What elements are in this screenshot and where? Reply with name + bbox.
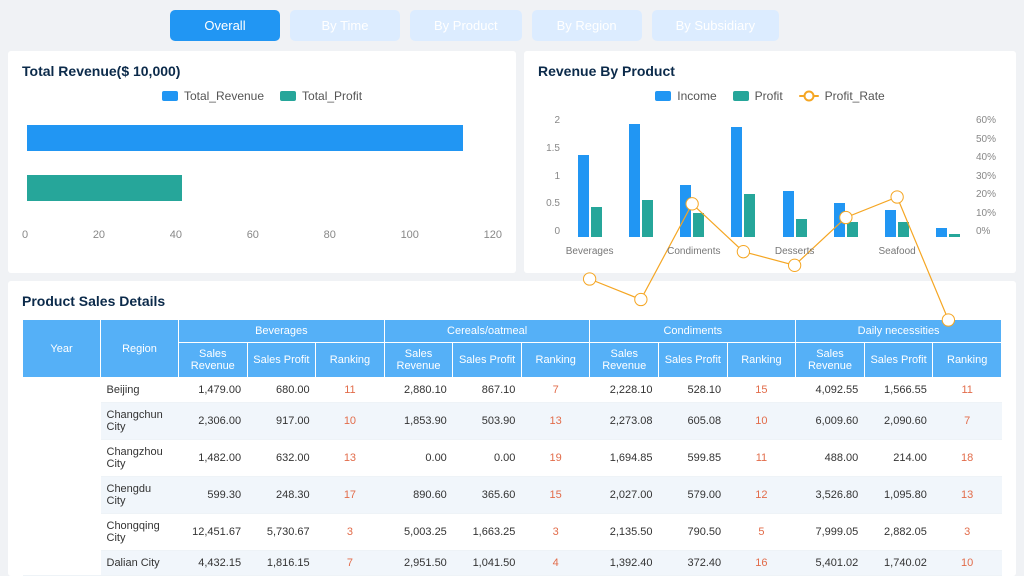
cell-value: 503.90 [453,403,522,440]
bar-total-profit[interactable] [27,175,182,201]
cell-rank: 10 [316,403,385,440]
total-revenue-chart: 020406080100120 [22,111,502,241]
tab-by-region[interactable]: By Region [532,10,642,41]
cell-value: 890.60 [384,477,453,514]
cell-value: 5,401.02 [796,551,865,576]
legend-income[interactable]: Income [655,89,716,103]
legend-total-profit[interactable]: Total_Profit [280,89,362,103]
cell-value: 0.00 [384,440,453,477]
bar-total-revenue[interactable] [27,125,463,151]
col-group[interactable]: Beverages [179,320,385,343]
revenue-by-product-legend: Income Profit Profit_Rate [538,89,1002,103]
cell-value: 5,730.67 [247,514,316,551]
col-group[interactable]: Cereals/oatmeal [384,320,590,343]
legend-total-revenue[interactable]: Total_Revenue [162,89,264,103]
tab-by-time[interactable]: By Time [290,10,400,41]
cell-region: Beijing [101,378,179,403]
cell-value: 4,432.15 [179,551,248,576]
cell-value: 5,003.25 [384,514,453,551]
legend-profit[interactable]: Profit [733,89,783,103]
cell-value: 632.00 [247,440,316,477]
cell-rank: 13 [316,440,385,477]
cell-value: 12,451.67 [179,514,248,551]
cell-rank: 16 [727,551,796,576]
cell-region: Changchun City [101,403,179,440]
total-revenue-legend: Total_Revenue Total_Profit [22,89,502,103]
col-sub[interactable]: Sales Profit [247,343,316,378]
cell-rank: 17 [316,477,385,514]
cell-value: 599.30 [179,477,248,514]
cell-value: 1,663.25 [453,514,522,551]
cell-year [23,378,101,576]
col-year[interactable]: Year [23,320,101,378]
cell-value: 2,880.10 [384,378,453,403]
revenue-by-product-panel: Revenue By Product Income Profit Profit_… [524,51,1016,273]
cell-region: Chongqing City [101,514,179,551]
col-sub[interactable]: Ranking [316,343,385,378]
cell-region: Chengdu City [101,477,179,514]
cell-value: 1,041.50 [453,551,522,576]
cell-value: 2,306.00 [179,403,248,440]
cell-value: 680.00 [247,378,316,403]
cell-rank: 11 [316,378,385,403]
cell-value: 248.30 [247,477,316,514]
col-sub[interactable]: Sales Revenue [384,343,453,378]
cell-value: 1,479.00 [179,378,248,403]
cell-value: 2,951.50 [384,551,453,576]
total-revenue-title: Total Revenue($ 10,000) [22,63,502,79]
cell-value: 0.00 [453,440,522,477]
cell-value: 1,740.02 [864,551,933,576]
cell-value: 1,816.15 [247,551,316,576]
revenue-by-product-title: Revenue By Product [538,63,1002,79]
cell-value: 1,482.00 [179,440,248,477]
total-revenue-panel: Total Revenue($ 10,000) Total_Revenue To… [8,51,516,273]
col-region[interactable]: Region [101,320,179,378]
cell-region: Changzhou City [101,440,179,477]
cell-rank: 3 [316,514,385,551]
col-sub[interactable]: Sales Profit [453,343,522,378]
revenue-by-product-chart: 21.510.50 60%50%40%30%20%10%0% Beverages… [538,111,1002,261]
cell-value: 365.60 [453,477,522,514]
cell-region: Dalian City [101,551,179,576]
cell-value: 867.10 [453,378,522,403]
tab-by-product[interactable]: By Product [410,10,522,41]
cell-value: 1,392.40 [590,551,659,576]
cell-value: 917.00 [247,403,316,440]
tab-overall[interactable]: Overall [170,10,280,41]
table-row: Dalian City4,432.151,816.1572,951.501,04… [23,551,1002,576]
cell-rank: 7 [316,551,385,576]
cell-rank: 4 [521,551,590,576]
cell-value: 372.40 [659,551,728,576]
tab-by-subsidiary[interactable]: By Subsidiary [652,10,779,41]
cell-rank: 10 [933,551,1002,576]
cell-value: 1,853.90 [384,403,453,440]
legend-profit-rate[interactable]: Profit_Rate [799,89,885,103]
col-sub[interactable]: Sales Revenue [179,343,248,378]
